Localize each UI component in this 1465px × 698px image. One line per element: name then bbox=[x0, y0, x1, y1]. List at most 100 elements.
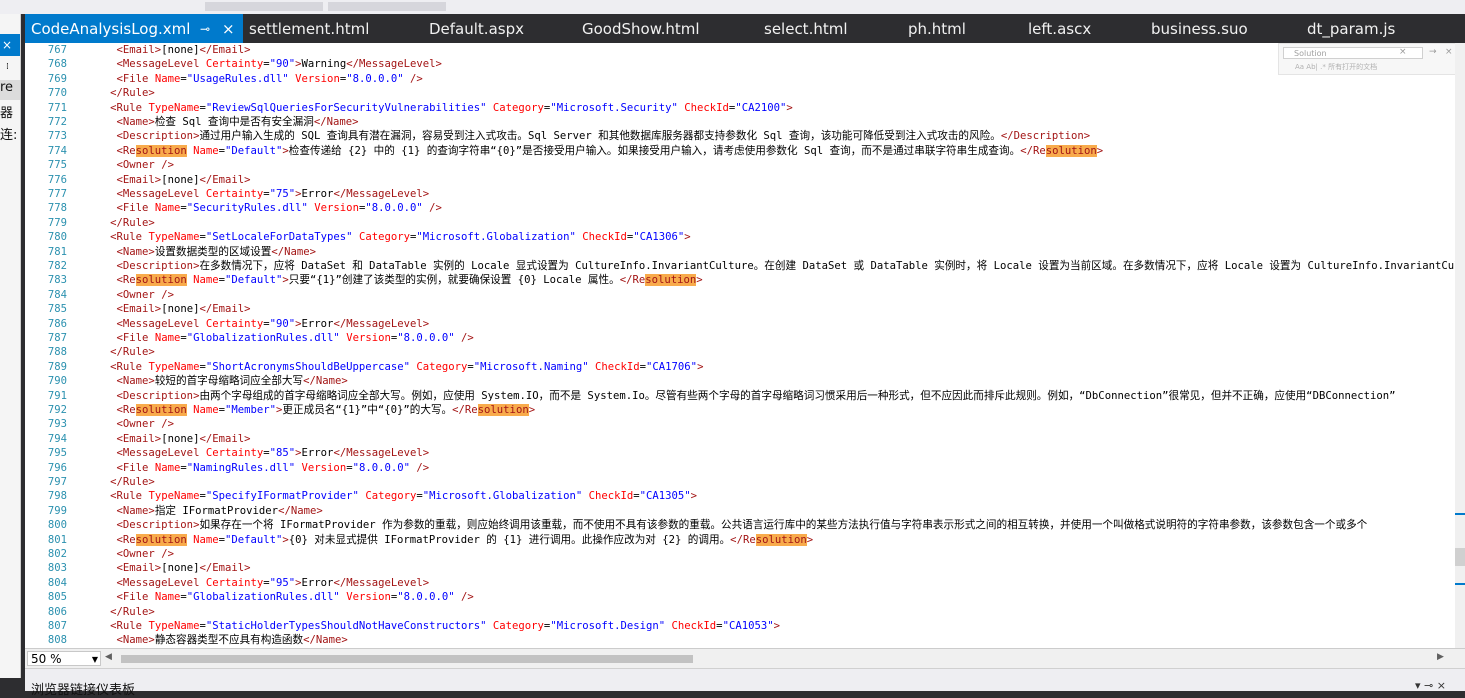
code-line[interactable]: 773 <Description>通过用户输入生成的 SQL 查询具有潜在漏洞，… bbox=[25, 129, 1465, 143]
tab-codeanalysislog[interactable]: CodeAnalysisLog.xml ⊸ × bbox=[25, 14, 243, 43]
line-number: 772 bbox=[47, 116, 67, 128]
code-line[interactable]: 778 <File Name="SecurityRules.dll" Versi… bbox=[25, 201, 1465, 215]
line-number: 800 bbox=[47, 519, 67, 532]
line-number: 770 bbox=[47, 87, 67, 100]
line-text: <Description>由两个字母组成的首字母缩略词应全部大写。例如，应使用 … bbox=[116, 389, 1396, 402]
code-line[interactable]: 768 <MessageLevel Certainty="90">Warning… bbox=[25, 57, 1465, 71]
line-number: 775 bbox=[47, 159, 67, 172]
line-number: 769 bbox=[47, 72, 67, 85]
tab-settlement[interactable]: settlement.html bbox=[249, 14, 369, 43]
code-line[interactable]: 786 <MessageLevel Certainty="90">Error</… bbox=[25, 317, 1465, 331]
panel-grip-icon[interactable]: ⁞ bbox=[6, 62, 9, 72]
code-line[interactable]: 798 <Rule TypeName="SpecifyIFormatProvid… bbox=[25, 489, 1465, 503]
code-line[interactable]: 788 </Rule> bbox=[25, 345, 1465, 359]
code-line[interactable]: 793 <Owner /> bbox=[25, 417, 1465, 431]
close-icon[interactable]: × bbox=[222, 14, 235, 44]
code-line[interactable]: 785 <Email>[none]</Email> bbox=[25, 302, 1465, 316]
tab-dt-param[interactable]: dt_param.js bbox=[1307, 14, 1395, 43]
code-editor[interactable]: 767 <Email>[none]</Email> 768 <MessageLev… bbox=[25, 43, 1465, 648]
line-text: <Rule TypeName="SetLocaleForDataTypes" C… bbox=[110, 231, 691, 244]
code-line[interactable]: 781 <Name>设置数据类型的区域设置</Name> bbox=[25, 245, 1465, 259]
tab-default-aspx[interactable]: Default.aspx bbox=[429, 14, 524, 43]
zoom-select[interactable]: 50 % ▼ bbox=[27, 651, 101, 666]
code-line[interactable]: 799 <Name>指定 IFormatProvider</Name> bbox=[25, 504, 1465, 518]
line-text: <Name>静态容器类型不应具有构造函数</Name> bbox=[116, 634, 348, 647]
code-line[interactable]: 803 <Email>[none]</Email> bbox=[25, 561, 1465, 575]
code-line[interactable]: 791 <Description>由两个字母组成的首字母缩略词应全部大写。例如，… bbox=[25, 389, 1465, 403]
scroll-marker bbox=[1455, 583, 1465, 585]
find-next-icon[interactable]: → bbox=[1429, 47, 1437, 57]
panel-controls[interactable]: ▾ ⊸ × bbox=[1415, 679, 1446, 692]
code-line[interactable]: 782 <Description>在多数情况下，应将 DataSet 和 Dat… bbox=[25, 259, 1465, 273]
line-number: 779 bbox=[47, 216, 67, 229]
panel-item[interactable]: 器 bbox=[0, 102, 20, 121]
scroll-left-icon[interactable]: ◀ bbox=[105, 652, 112, 662]
code-line[interactable]: 774 <Resolution Name="Default">检查传递给 {2}… bbox=[25, 144, 1465, 158]
line-number: 778 bbox=[47, 202, 67, 215]
code-line[interactable]: 790 <Name>较短的首字母缩略词应全部大写</Name> bbox=[25, 374, 1465, 388]
code-line[interactable]: 805 <File Name="GlobalizationRules.dll" … bbox=[25, 590, 1465, 604]
clear-icon[interactable]: × bbox=[1399, 47, 1407, 57]
line-text: <File Name="NamingRules.dll" Version="8.… bbox=[116, 461, 430, 474]
line-text: <File Name="UsageRules.dll" Version="8.0… bbox=[116, 72, 423, 85]
code-line[interactable]: 808 <Name>静态容器类型不应具有构造函数</Name> bbox=[25, 633, 1465, 647]
code-line[interactable]: 795 <MessageLevel Certainty="85">Error</… bbox=[25, 446, 1465, 460]
code-line[interactable]: 796 <File Name="NamingRules.dll" Version… bbox=[25, 461, 1465, 475]
code-line[interactable]: 767 <Email>[none]</Email> bbox=[25, 43, 1465, 57]
code-line[interactable]: 794 <Email>[none]</Email> bbox=[25, 432, 1465, 446]
code-line[interactable]: 776 <Email>[none]</Email> bbox=[25, 173, 1465, 187]
close-icon[interactable]: × bbox=[1445, 47, 1453, 57]
pin-icon[interactable]: ⊸ bbox=[200, 14, 210, 44]
line-text: <Description>如果存在一个将 IFormatProvider 作为参… bbox=[116, 519, 1368, 532]
tab-goodshow[interactable]: GoodShow.html bbox=[582, 14, 700, 43]
code-line[interactable]: 769 <File Name="UsageRules.dll" Version=… bbox=[25, 72, 1465, 86]
code-line[interactable]: 775 <Owner /> bbox=[25, 158, 1465, 172]
tab-select[interactable]: select.html bbox=[764, 14, 848, 43]
code-line[interactable]: 801 <Resolution Name="Default">{0} 对未显式提… bbox=[25, 533, 1465, 547]
line-number: 803 bbox=[47, 562, 67, 575]
tab-business-suo[interactable]: business.suo bbox=[1151, 14, 1248, 43]
code-line[interactable]: 783 <Resolution Name="Default">只要“{1}”创建… bbox=[25, 273, 1465, 287]
code-line[interactable]: 806 </Rule> bbox=[25, 605, 1465, 619]
line-number: 805 bbox=[47, 591, 67, 604]
code-line[interactable]: 797 </Rule> bbox=[25, 475, 1465, 489]
panel-item[interactable]: 连: bbox=[0, 124, 20, 143]
line-text: <Resolution Name="Default">检查传递给 {2} 中的 … bbox=[116, 144, 1104, 157]
line-text: <Name>设置数据类型的区域设置</Name> bbox=[116, 245, 317, 258]
code-line[interactable]: 800 <Description>如果存在一个将 IFormatProvider… bbox=[25, 518, 1465, 532]
line-number: 788 bbox=[47, 346, 67, 359]
line-text: <MessageLevel Certainty="95">Error</Mess… bbox=[116, 576, 430, 589]
code-line[interactable]: 787 <File Name="GlobalizationRules.dll" … bbox=[25, 331, 1465, 345]
code-line[interactable]: 779 </Rule> bbox=[25, 216, 1465, 230]
line-text: <Owner /> bbox=[116, 159, 174, 172]
vertical-scrollbar[interactable] bbox=[1455, 43, 1465, 648]
line-number: 768 bbox=[47, 58, 67, 71]
find-options[interactable]: Aa Ab| .* 所有打开的文档 bbox=[1295, 62, 1377, 72]
line-number: 795 bbox=[47, 447, 67, 460]
code-line[interactable]: 792 <Resolution Name="Member">更正成员名“{1}”… bbox=[25, 403, 1465, 417]
code-line[interactable]: 807 <Rule TypeName="StaticHolderTypesSho… bbox=[25, 619, 1465, 633]
tab-left-ascx[interactable]: left.ascx bbox=[1028, 14, 1091, 43]
panel-item[interactable]: re bbox=[0, 80, 20, 100]
zoom-value: 50 % bbox=[31, 652, 62, 666]
code-line[interactable]: 789 <Rule TypeName="ShortAcronymsShouldB… bbox=[25, 360, 1465, 374]
scroll-thumb[interactable] bbox=[1455, 548, 1465, 566]
code-line[interactable]: 804 <MessageLevel Certainty="95">Error</… bbox=[25, 576, 1465, 590]
line-text: <Resolution Name="Default">{0} 对未显式提供 IF… bbox=[116, 533, 814, 546]
code-line[interactable]: 802 <Owner /> bbox=[25, 547, 1465, 561]
code-line[interactable]: 777 <MessageLevel Certainty="75">Error</… bbox=[25, 187, 1465, 201]
code-line[interactable]: 772 <Name>检查 Sql 查询中是否有安全漏洞</Name> bbox=[25, 115, 1465, 129]
scroll-thumb[interactable] bbox=[121, 655, 693, 663]
line-text: </Rule> bbox=[110, 216, 155, 229]
code-line[interactable]: 770 </Rule> bbox=[25, 86, 1465, 100]
line-text: <MessageLevel Certainty="75">Error</Mess… bbox=[116, 188, 430, 200]
horizontal-scrollbar[interactable]: ◀ ▶ bbox=[105, 652, 1444, 665]
code-line[interactable]: 771 <Rule TypeName="ReviewSqlQueriesForS… bbox=[25, 101, 1465, 115]
tab-ph[interactable]: ph.html bbox=[908, 14, 966, 43]
chevron-down-icon[interactable]: ▼ bbox=[92, 652, 98, 667]
code-line[interactable]: 784 <Owner /> bbox=[25, 288, 1465, 302]
panel-close-icon[interactable]: × bbox=[0, 34, 20, 56]
scroll-right-icon[interactable]: ▶ bbox=[1437, 652, 1444, 662]
left-dock-panel: × ⁞ re 器 连: bbox=[0, 14, 21, 678]
code-line[interactable]: 780 <Rule TypeName="SetLocaleForDataType… bbox=[25, 230, 1465, 244]
